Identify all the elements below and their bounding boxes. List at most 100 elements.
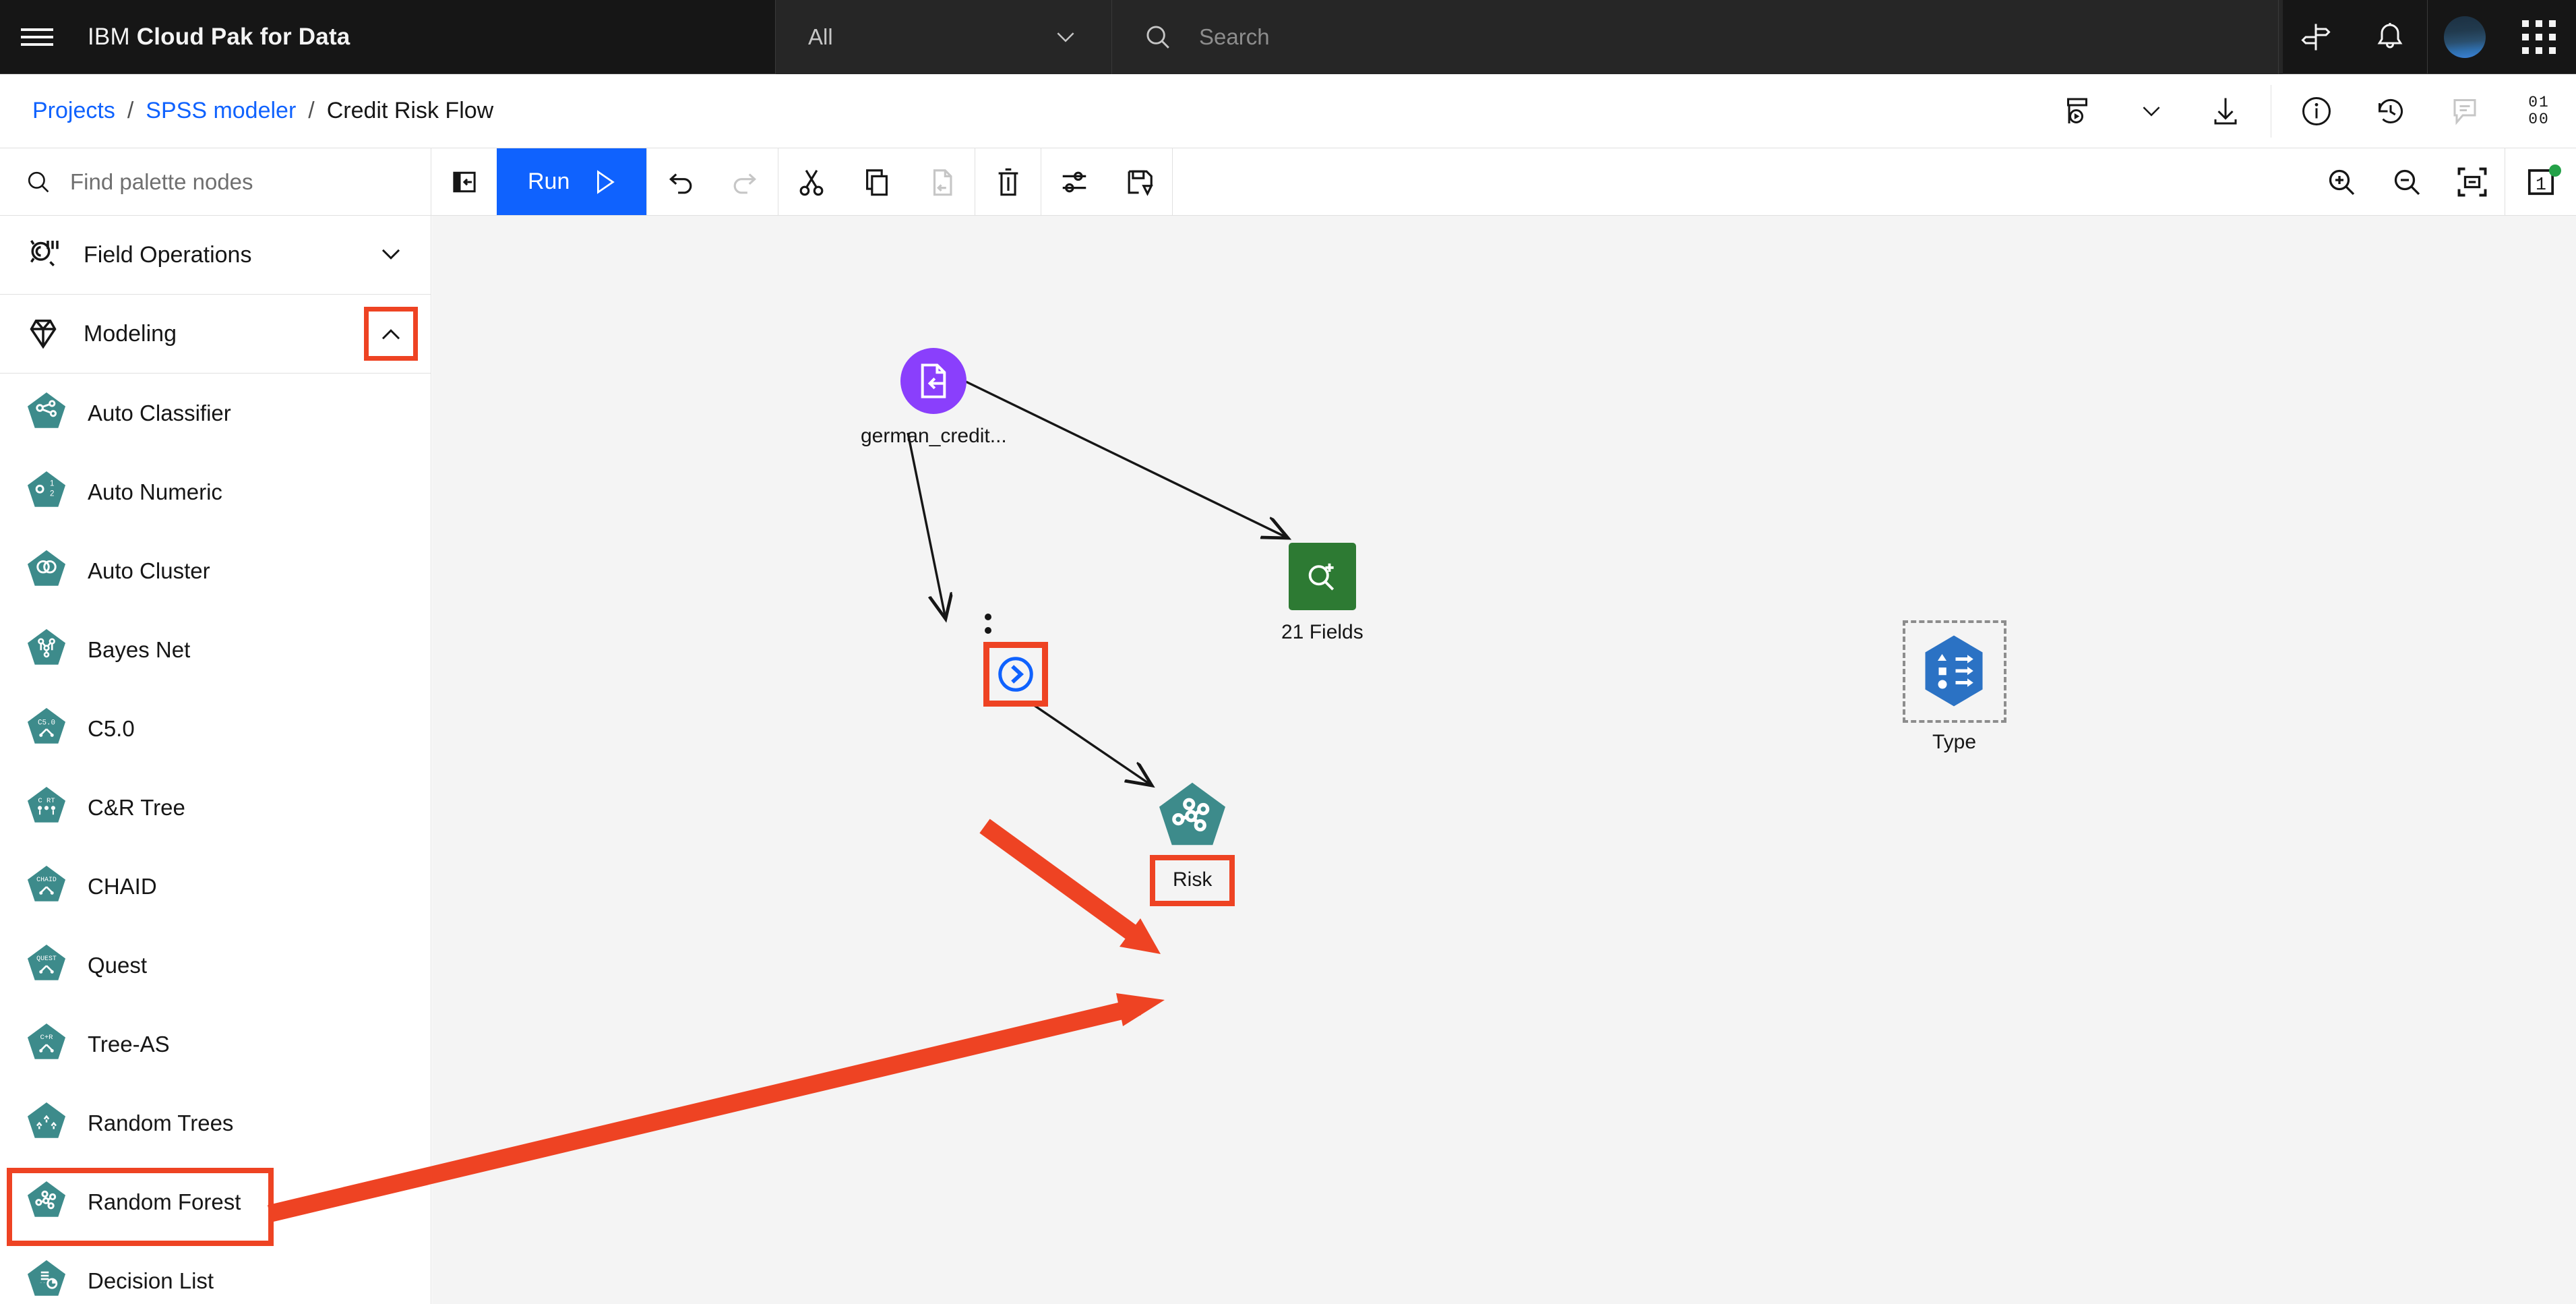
- chevron-down-icon[interactable]: [369, 233, 413, 277]
- decision-list-icon: [24, 1257, 69, 1304]
- zoom-in-button[interactable]: [2308, 148, 2374, 215]
- hamburger-menu-icon[interactable]: [0, 0, 74, 74]
- run-button-label: Run: [528, 169, 570, 195]
- palette-node-label: Bayes Net: [88, 637, 190, 663]
- palette-node-tree-as[interactable]: C+R Tree-AS: [0, 1005, 431, 1084]
- run-button[interactable]: Run: [497, 148, 646, 215]
- palette-node-auto-cluster[interactable]: Auto Cluster: [0, 531, 431, 610]
- global-header: IBM Cloud Pak for Data All Search: [0, 0, 2576, 74]
- signpost-icon[interactable]: [2279, 0, 2353, 74]
- link-source-to-fields: [964, 381, 1288, 538]
- palette-search-input[interactable]: Find palette nodes: [0, 148, 431, 215]
- flow-canvas[interactable]: german_credit... 21 Fields: [432, 216, 2576, 1304]
- link-source-to-type: [908, 433, 946, 619]
- auto-cluster-icon: [24, 547, 69, 595]
- palette-category-field-operations[interactable]: Field Operations: [0, 216, 431, 295]
- collapse-panel-button[interactable]: [431, 148, 497, 215]
- global-search[interactable]: Search: [1112, 0, 2283, 74]
- spss-modeler-flow-editor: IBM Cloud Pak for Data All Search: [0, 0, 2576, 1304]
- palette-node-decision-list[interactable]: Decision List: [0, 1241, 431, 1304]
- chevron-up-icon[interactable]: [369, 312, 413, 356]
- breadcrumb-separator-1: /: [127, 98, 133, 124]
- flow-links: [432, 216, 2576, 1304]
- bayes-net-icon: [24, 626, 69, 674]
- settings-button[interactable]: [1041, 148, 1107, 215]
- canvas-node-label: german_credit...: [861, 425, 1007, 448]
- random-trees-icon: [24, 1099, 69, 1147]
- breadcrumb-item-projects[interactable]: Projects: [32, 98, 115, 124]
- comment-icon[interactable]: [2428, 74, 2502, 148]
- palette-node-quest[interactable]: QUEST Quest: [0, 926, 431, 1005]
- zoom-to-fit-button[interactable]: [2439, 148, 2505, 215]
- search-icon: [24, 168, 53, 196]
- play-icon: [590, 167, 619, 197]
- notification-bell-icon[interactable]: [2353, 0, 2427, 74]
- palette-node-bayes-net[interactable]: Bayes Net: [0, 610, 431, 689]
- undo-button[interactable]: [647, 148, 712, 215]
- svg-text:2: 2: [50, 490, 54, 498]
- quest-icon: QUEST: [24, 941, 69, 989]
- type-icon: [1919, 634, 1989, 708]
- search-scope-dropdown[interactable]: All: [775, 0, 1112, 74]
- history-icon[interactable]: [2354, 74, 2428, 148]
- product-title[interactable]: IBM Cloud Pak for Data: [74, 24, 350, 51]
- toolbar-right-group: 1: [2308, 148, 2576, 215]
- palette-node-label: Random Forest: [88, 1189, 241, 1215]
- global-search-placeholder: Search: [1199, 24, 1270, 50]
- palette-node-label: CHAID: [88, 874, 157, 899]
- copy-button[interactable]: [844, 148, 909, 215]
- cr-tree-icon: C RT: [24, 783, 69, 831]
- search-scope-value: All: [808, 24, 833, 50]
- breadcrumb: Projects / SPSS modeler / Credit Risk Fl…: [0, 98, 493, 124]
- overflow-menu-icon[interactable]: [985, 614, 991, 634]
- palette-node-cr-tree[interactable]: C RT C&R Tree: [0, 768, 431, 847]
- modeling-diamond-icon: [24, 315, 71, 353]
- palette-node-auto-numeric[interactable]: 1 2 Auto Numeric: [0, 452, 431, 531]
- palette-node-label: Quest: [88, 953, 147, 978]
- delete-button[interactable]: [975, 148, 1041, 215]
- binary-top: 01: [2528, 94, 2550, 111]
- palette-node-label: Decision List: [88, 1268, 214, 1294]
- save-flow-button[interactable]: [1107, 148, 1172, 215]
- node-palette: Field Operations Modeling: [0, 216, 431, 1304]
- palette-node-label: Random Trees: [88, 1110, 233, 1136]
- palette-node-random-trees[interactable]: Random Trees: [0, 1084, 431, 1162]
- svg-text:C5.0: C5.0: [38, 719, 55, 728]
- palette-category-label: Modeling: [71, 321, 369, 347]
- palette-node-label: Tree-AS: [88, 1032, 170, 1057]
- binary-data-icon[interactable]: 01 00: [2502, 74, 2576, 148]
- run-node-button[interactable]: [983, 642, 1048, 707]
- chaid-icon: CHAID: [24, 862, 69, 910]
- app-switcher-icon[interactable]: [2502, 0, 2576, 74]
- page-title: Credit Risk Flow: [327, 98, 493, 124]
- status-badge: [2549, 165, 2561, 177]
- breadcrumb-item-spss-modeler[interactable]: SPSS modeler: [146, 98, 296, 124]
- paste-button[interactable]: [909, 148, 975, 215]
- save-job-icon[interactable]: [2040, 74, 2114, 148]
- download-icon[interactable]: [2188, 74, 2263, 148]
- canvas-node-type[interactable]: Type: [882, 620, 2576, 754]
- palette-node-random-forest[interactable]: Random Forest: [0, 1162, 431, 1241]
- cut-button[interactable]: [778, 148, 844, 215]
- canvas-node-german-credit[interactable]: german_credit...: [861, 348, 1007, 448]
- toolbar-divider-5: [1172, 148, 1173, 215]
- toolbar-left-group: Run: [431, 148, 1173, 215]
- palette-category-label: Field Operations: [71, 242, 369, 268]
- info-icon[interactable]: [2279, 74, 2354, 148]
- palette-node-label: C5.0: [88, 716, 135, 742]
- canvas-node-risk[interactable]: Risk: [1150, 779, 1235, 906]
- random-forest-icon: [24, 1178, 69, 1226]
- palette-node-auto-classifier[interactable]: Auto Classifier: [0, 374, 431, 452]
- canvas-node-label: Type: [1932, 731, 1976, 754]
- palette-category-modeling[interactable]: Modeling: [0, 295, 431, 374]
- avatar[interactable]: [2428, 0, 2502, 74]
- run-node-icon: [995, 653, 1037, 695]
- redo-button[interactable]: [712, 148, 778, 215]
- chevron-down-icon: [1052, 24, 1079, 51]
- zoom-out-button[interactable]: [2374, 148, 2439, 215]
- palette-node-label: Auto Classifier: [88, 401, 231, 426]
- notes-count-button[interactable]: 1: [2505, 148, 2576, 215]
- palette-node-c5[interactable]: C5.0 C5.0: [0, 689, 431, 768]
- palette-node-chaid[interactable]: CHAID CHAID: [0, 847, 431, 926]
- chevron-down-icon[interactable]: [2114, 74, 2188, 148]
